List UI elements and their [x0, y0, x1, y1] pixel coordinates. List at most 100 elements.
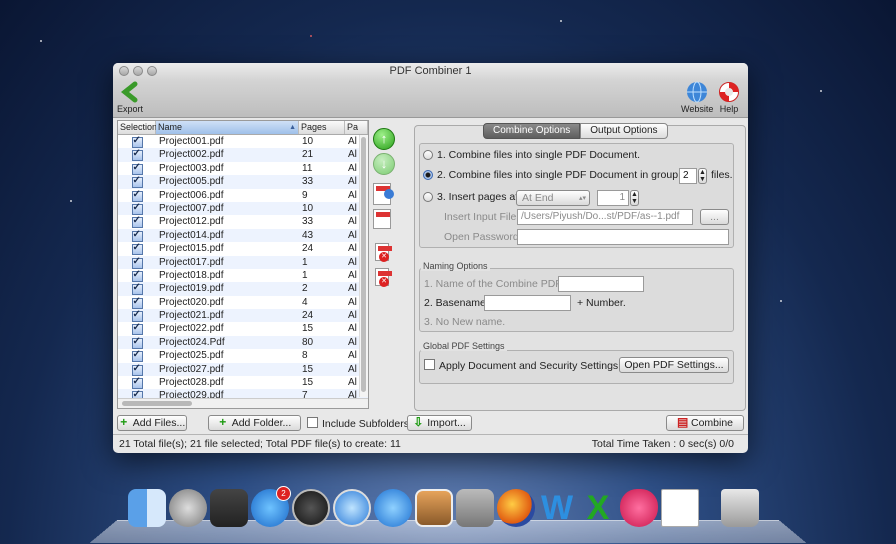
pdf-combiner-icon[interactable] [661, 489, 699, 527]
vertical-scrollbar[interactable] [359, 135, 368, 397]
app-store-icon[interactable]: 2 [251, 489, 289, 527]
row-checkbox[interactable] [132, 204, 143, 215]
insert-page-stepper[interactable]: ▲ ▼ [630, 190, 639, 206]
combine-single-option[interactable]: 1. Combine files into single PDF Documen… [423, 149, 640, 161]
column-header-pages[interactable]: Pages [299, 121, 345, 134]
apply-settings-option[interactable]: Apply Document and Security Settings. [424, 359, 621, 372]
heart-app-icon[interactable] [620, 489, 658, 527]
word-icon[interactable]: W [538, 489, 576, 527]
include-subfolders-checkbox[interactable] [307, 417, 318, 428]
row-checkbox[interactable] [132, 258, 143, 269]
row-checkbox[interactable] [132, 137, 143, 148]
horizontal-scroll-thumb[interactable] [122, 401, 192, 406]
column-header-pa[interactable]: Pa [345, 121, 368, 134]
table-row[interactable]: Project014.pdf43Al [118, 229, 368, 242]
add-folder-button[interactable]: + Add Folder... [208, 415, 301, 431]
naming-option-1[interactable]: 1. Name of the Combine PDF [424, 278, 562, 290]
table-row[interactable]: Project015.pdf24Al [118, 242, 368, 255]
table-row[interactable]: Project018.pdf1Al [118, 269, 368, 282]
row-checkbox[interactable] [132, 378, 143, 389]
help-button[interactable]: Help [718, 81, 740, 114]
mission-control-icon[interactable] [210, 489, 248, 527]
itunes-icon[interactable] [374, 489, 412, 527]
insert-position-select[interactable]: At End ▴▾ [516, 190, 590, 206]
table-row[interactable]: Project006.pdf9Al [118, 189, 368, 202]
move-down-button[interactable]: ↓ [373, 153, 395, 175]
add-files-button[interactable]: + Add Files... [117, 415, 187, 431]
excel-icon[interactable]: X [579, 489, 617, 527]
naming-option-3[interactable]: 3. No New name. [424, 316, 505, 328]
combine-group-option[interactable]: 2. Combine files into single PDF Documen… [423, 169, 690, 181]
table-row[interactable]: Project021.pdf24Al [118, 309, 368, 322]
dashboard-icon[interactable] [292, 489, 330, 527]
row-checkbox[interactable] [132, 271, 143, 282]
combine-group-radio[interactable] [423, 170, 433, 180]
row-checkbox[interactable] [132, 164, 143, 175]
combine-pdf-name-input[interactable] [558, 276, 644, 292]
group-size-input[interactable]: 2 [679, 168, 697, 184]
row-checkbox[interactable] [132, 217, 143, 228]
open-pdf-settings-button[interactable]: Open PDF Settings... [619, 357, 729, 373]
move-up-button[interactable]: ↑ [373, 128, 395, 150]
table-row[interactable]: Project017.pdf1Al [118, 256, 368, 269]
row-checkbox[interactable] [132, 244, 143, 255]
table-row[interactable]: Project024.Pdf80Al [118, 336, 368, 349]
row-checkbox[interactable] [132, 191, 143, 202]
trash-icon[interactable] [721, 489, 759, 527]
row-checkbox[interactable] [132, 231, 143, 242]
table-row[interactable]: Project005.pdf33Al [118, 175, 368, 188]
table-row[interactable]: Project001.pdf10Al [118, 135, 368, 148]
zoom-window-button[interactable] [147, 66, 157, 76]
row-checkbox[interactable] [132, 324, 143, 335]
row-checkbox[interactable] [132, 338, 143, 349]
combine-button[interactable]: ▤ Combine [666, 415, 744, 431]
row-checkbox[interactable] [132, 284, 143, 295]
tab-combine-options[interactable]: Combine Options [483, 123, 580, 139]
import-button[interactable]: ⇩ Import... [407, 415, 472, 431]
table-row[interactable]: Project027.pdf15Al [118, 363, 368, 376]
table-row[interactable]: Project012.pdf33Al [118, 215, 368, 228]
naming-option-2[interactable]: 2. Basename [424, 297, 486, 309]
finder-icon[interactable] [128, 489, 166, 527]
include-subfolders-option[interactable]: Include Subfolders [307, 417, 409, 430]
group-size-stepper[interactable]: ▲ ▼ [698, 168, 707, 184]
iphoto-icon[interactable] [415, 489, 453, 527]
launchpad-icon[interactable] [169, 489, 207, 527]
open-password-input[interactable] [517, 229, 729, 245]
column-header-selection[interactable]: Selection [118, 121, 156, 134]
remove-all-button[interactable] [375, 268, 389, 286]
website-button[interactable]: Website [681, 81, 713, 114]
insert-pages-option[interactable]: 3. Insert pages at [423, 191, 518, 203]
row-checkbox[interactable] [132, 298, 143, 309]
browse-file-button[interactable]: ... [700, 209, 729, 225]
apply-settings-checkbox[interactable] [424, 359, 435, 370]
close-window-button[interactable] [119, 66, 129, 76]
row-checkbox[interactable] [132, 177, 143, 188]
horizontal-scrollbar[interactable] [118, 398, 368, 408]
table-row[interactable]: Project007.pdf10Al [118, 202, 368, 215]
insert-pages-radio[interactable] [423, 192, 433, 202]
table-row[interactable]: Project025.pdf8Al [118, 349, 368, 362]
insert-input-file-field[interactable]: /Users/Piyush/Do...st/PDF/as--1.pdf [517, 209, 693, 225]
firefox-icon[interactable] [497, 489, 535, 527]
page-range-icon[interactable] [373, 209, 391, 229]
system-preferences-icon[interactable] [456, 489, 494, 527]
column-header-name[interactable]: Name [156, 121, 299, 134]
safari-icon[interactable] [333, 489, 371, 527]
table-row[interactable]: Project002.pdf21Al [118, 148, 368, 161]
table-row[interactable]: Project019.pdf2Al [118, 282, 368, 295]
remove-file-button[interactable] [375, 243, 389, 261]
combine-single-radio[interactable] [423, 150, 433, 160]
row-checkbox[interactable] [132, 365, 143, 376]
vertical-scroll-thumb[interactable] [361, 137, 366, 392]
basename-input[interactable] [484, 295, 571, 311]
table-row[interactable]: Project020.pdf4Al [118, 296, 368, 309]
table-row[interactable]: Project028.pdf15Al [118, 376, 368, 389]
tab-output-options[interactable]: Output Options [580, 123, 667, 139]
table-row[interactable]: Project022.pdf15Al [118, 322, 368, 335]
minimize-window-button[interactable] [133, 66, 143, 76]
row-checkbox[interactable] [132, 351, 143, 362]
row-checkbox[interactable] [132, 311, 143, 322]
row-checkbox[interactable] [132, 150, 143, 161]
insert-page-number-input[interactable]: 1 [597, 190, 629, 206]
